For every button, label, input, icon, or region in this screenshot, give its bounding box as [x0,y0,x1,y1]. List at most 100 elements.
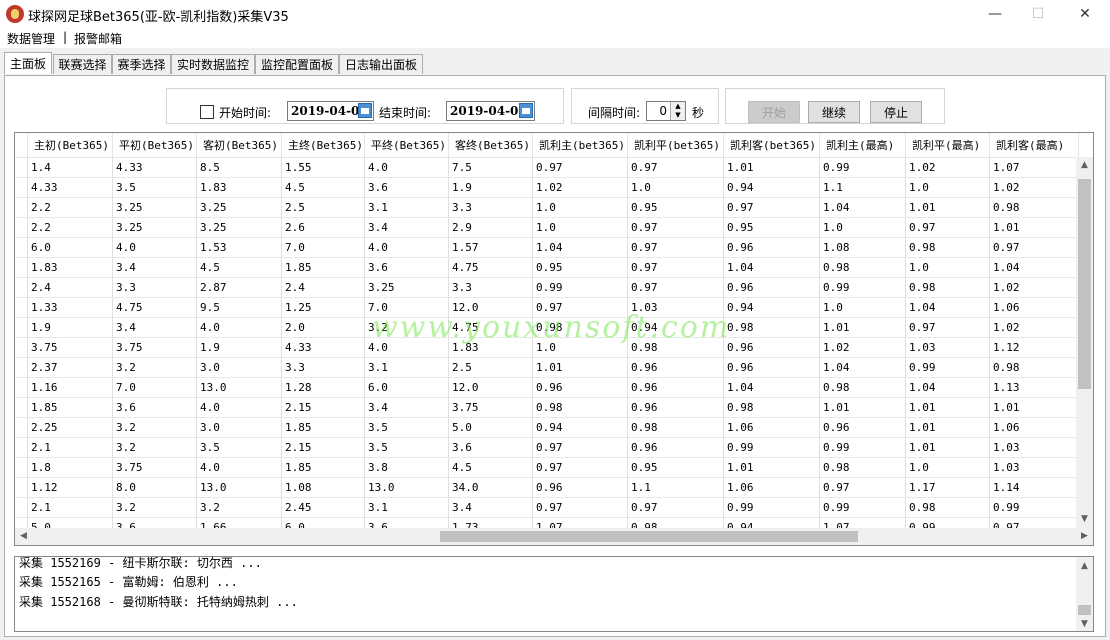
row-header[interactable] [15,257,28,278]
column-header[interactable]: 凯利客(bet365) [723,133,820,158]
table-cell[interactable]: 3.75 [448,397,533,418]
table-cell[interactable]: 4.5 [281,177,365,198]
table-cell[interactable]: 1.01 [989,397,1079,418]
tab-league-select[interactable]: 联赛选择 [53,54,112,74]
table-cell[interactable]: 0.98 [819,457,906,478]
column-header[interactable]: 凯利主(最高) [819,133,906,158]
grid-horizontal-thumb[interactable] [440,531,858,542]
table-cell[interactable]: 1.0 [532,197,628,218]
table-cell[interactable]: 1.33 [27,297,113,318]
table-cell[interactable]: 1.9 [196,337,282,358]
table-cell[interactable]: 1.85 [27,397,113,418]
table-cell[interactable]: 2.5 [448,357,533,378]
table-row[interactable]: 2.4 3.3 2.87 2.4 3.25 3.3 0.99 0.97 0.96 0.99 0.98… [15,277,1079,298]
table-cell[interactable]: 1.12 [989,337,1079,358]
table-cell[interactable]: 0.99 [723,497,820,518]
table-cell[interactable]: 0.98 [819,257,906,278]
table-cell[interactable]: 0.97 [627,257,724,278]
table-cell[interactable]: 12.0 [448,377,533,398]
table-cell[interactable]: 1.83 [448,337,533,358]
table-cell[interactable]: 3.6 [364,177,449,198]
table-cell[interactable]: 2.45 [281,497,365,518]
table-cell[interactable]: 0.97 [532,437,628,458]
table-cell[interactable]: 0.97 [905,217,990,238]
table-row[interactable]: 1.12 8.0 13.0 1.08 13.0 34.0 0.96 1.1 1.06 0.97 1.… [15,477,1079,498]
table-cell[interactable]: 1.85 [281,457,365,478]
table-cell[interactable]: 3.2 [364,317,449,338]
table-cell[interactable]: 1.01 [819,317,906,338]
table-cell[interactable]: 1.9 [27,317,113,338]
table-cell[interactable]: 0.97 [627,157,724,178]
table-cell[interactable]: 0.95 [627,457,724,478]
table-cell[interactable]: 1.03 [989,457,1079,478]
table-cell[interactable]: 6.0 [364,377,449,398]
table-cell[interactable]: 1.01 [989,217,1079,238]
row-header[interactable] [15,297,28,318]
table-cell[interactable]: 1.12 [27,477,113,498]
table-cell[interactable]: 0.98 [905,277,990,298]
table-row[interactable]: 1.33 4.75 9.5 1.25 7.0 12.0 0.97 1.03 0.94 1.0 1.0… [15,297,1079,318]
table-cell[interactable]: 1.02 [532,177,628,198]
column-header[interactable]: 凯利客(最高) [989,133,1079,158]
table-cell[interactable]: 1.03 [989,437,1079,458]
table-cell[interactable]: 0.96 [723,237,820,258]
table-cell[interactable]: 1.07 [989,157,1079,178]
table-cell[interactable]: 3.4 [364,397,449,418]
table-cell[interactable]: 1.03 [905,337,990,358]
table-cell[interactable]: 3.5 [364,417,449,438]
end-date-picker[interactable]: 2019-04-09 [446,101,535,121]
table-cell[interactable]: 0.99 [989,497,1079,518]
table-row[interactable]: 3.75 3.75 1.9 4.33 4.0 1.83 1.0 0.98 0.96 1.02 1.0… [15,337,1079,358]
grid-vertical-thumb[interactable] [1078,179,1091,389]
table-cell[interactable]: 0.96 [627,397,724,418]
table-cell[interactable]: 0.98 [989,357,1079,378]
table-cell[interactable]: 0.98 [989,197,1079,218]
table-cell[interactable]: 1.04 [819,197,906,218]
row-header[interactable] [15,477,28,498]
table-cell[interactable]: 13.0 [364,477,449,498]
table-cell[interactable]: 3.4 [112,317,197,338]
row-header[interactable] [15,317,28,338]
table-cell[interactable]: 0.95 [723,217,820,238]
table-cell[interactable]: 1.02 [989,177,1079,198]
table-cell[interactable]: 4.0 [364,157,449,178]
table-cell[interactable]: 3.2 [112,357,197,378]
time-range-checkbox[interactable] [200,105,214,119]
table-cell[interactable]: 0.96 [723,357,820,378]
table-cell[interactable]: 0.98 [819,377,906,398]
table-cell[interactable]: 0.99 [905,357,990,378]
table-cell[interactable]: 1.83 [196,177,282,198]
stop-button[interactable]: 停止 [870,101,922,123]
column-header[interactable]: 客初(Bet365) [196,133,282,158]
table-cell[interactable]: 1.17 [905,477,990,498]
table-cell[interactable]: 3.2 [196,497,282,518]
table-cell[interactable]: 1.8 [27,457,113,478]
table-cell[interactable]: 12.0 [448,297,533,318]
scroll-right-icon[interactable]: ▶ [1076,528,1093,545]
table-cell[interactable]: 4.33 [281,337,365,358]
table-cell[interactable]: 3.3 [448,197,533,218]
table-cell[interactable]: 1.57 [448,237,533,258]
table-cell[interactable]: 1.83 [27,257,113,278]
table-cell[interactable]: 1.01 [905,417,990,438]
row-header[interactable] [15,337,28,358]
table-cell[interactable]: 1.04 [532,237,628,258]
table-cell[interactable]: 1.04 [723,377,820,398]
table-cell[interactable]: 4.0 [196,397,282,418]
table-cell[interactable]: 4.0 [196,457,282,478]
table-cell[interactable]: 2.5 [281,197,365,218]
table-cell[interactable]: 1.08 [819,237,906,258]
table-cell[interactable]: 0.99 [723,437,820,458]
tab-monitor-config[interactable]: 监控配置面板 [255,54,339,74]
table-cell[interactable]: 0.96 [627,437,724,458]
table-cell[interactable]: 2.6 [281,217,365,238]
table-row[interactable]: 2.2 3.25 3.25 2.5 3.1 3.3 1.0 0.95 0.97 1.04 1.01 0… [15,197,1079,218]
table-cell[interactable]: 2.25 [27,417,113,438]
table-cell[interactable]: 3.0 [196,357,282,378]
table-cell[interactable]: 4.0 [364,237,449,258]
table-row[interactable]: 1.85 3.6 4.0 2.15 3.4 3.75 0.98 0.96 0.98 1.01 1.0… [15,397,1079,418]
table-cell[interactable]: 3.5 [364,437,449,458]
table-cell[interactable]: 3.6 [364,257,449,278]
column-header[interactable]: 主初(Bet365) [27,133,113,158]
table-cell[interactable]: 2.1 [27,437,113,458]
